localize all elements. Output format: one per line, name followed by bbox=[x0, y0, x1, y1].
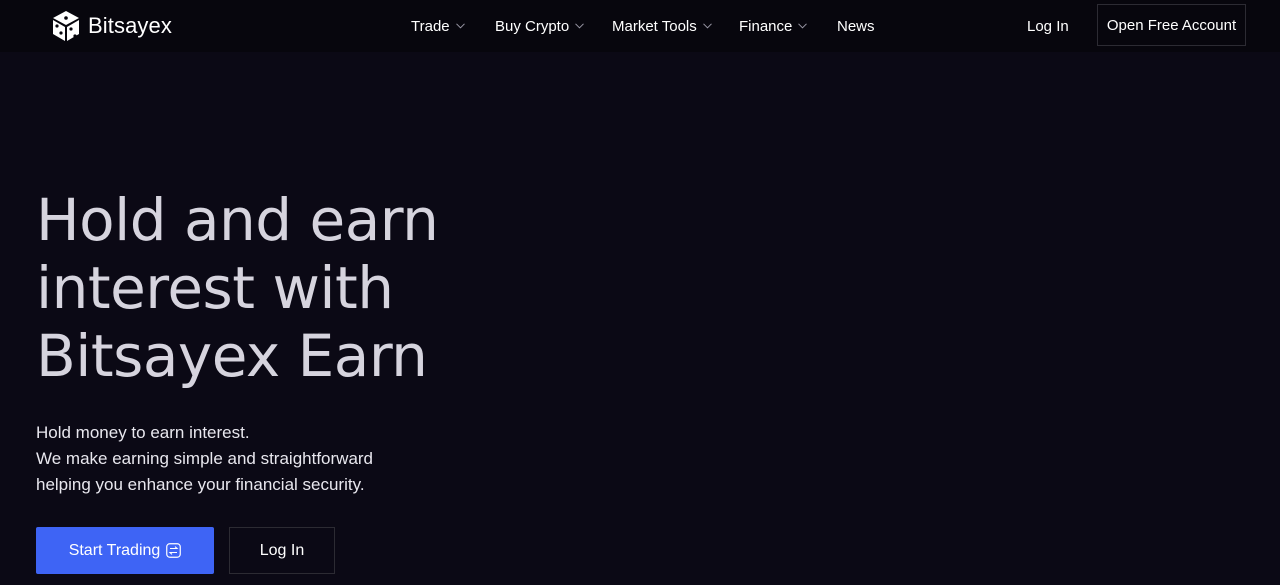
hero-subtitle: Hold money to earn interest. We make ear… bbox=[36, 420, 536, 498]
cube-logo-icon bbox=[53, 11, 79, 41]
chevron-down-icon bbox=[575, 23, 585, 29]
hero-title-line: Hold and earn bbox=[36, 186, 439, 254]
hero-title-line: interest with bbox=[36, 254, 394, 322]
chevron-down-icon bbox=[455, 23, 465, 29]
chevron-down-icon bbox=[798, 23, 808, 29]
nav-item-market-tools[interactable]: Market Tools bbox=[612, 0, 712, 52]
hero-subtitle-line: We make earning simple and straightforwa… bbox=[36, 449, 374, 468]
swap-icon bbox=[166, 543, 182, 558]
start-trading-button[interactable]: Start Trading bbox=[36, 527, 214, 574]
open-account-button[interactable]: Open Free Account bbox=[1097, 4, 1246, 46]
nav-item-finance[interactable]: Finance bbox=[739, 0, 808, 52]
nav-item-label: News bbox=[837, 17, 875, 35]
nav-item-news[interactable]: News bbox=[837, 0, 875, 52]
nav-item-label: Finance bbox=[739, 17, 793, 35]
hero-subtitle-line: Hold money to earn interest. bbox=[36, 423, 250, 442]
nav-item-trade[interactable]: Trade bbox=[411, 0, 465, 52]
nav-item-label: Buy Crypto bbox=[495, 17, 570, 35]
hero-subtitle-line: helping you enhance your financial secur… bbox=[36, 475, 365, 494]
nav-item-label: Trade bbox=[411, 17, 450, 35]
nav-item-label: Market Tools bbox=[612, 17, 697, 35]
start-trading-label: Start Trading bbox=[68, 541, 161, 559]
brand[interactable]: Bitsayex bbox=[50, 9, 172, 43]
hero-title-line: Bitsayex Earn bbox=[36, 322, 428, 390]
top-navbar: Bitsayex Trade Buy Crypto Market Tools F… bbox=[0, 0, 1280, 52]
chevron-down-icon bbox=[702, 23, 712, 29]
hero-login-button[interactable]: Log In bbox=[229, 527, 335, 574]
brand-name: Bitsayex bbox=[88, 13, 172, 38]
nav-item-buy-crypto[interactable]: Buy Crypto bbox=[495, 0, 585, 52]
login-link[interactable]: Log In bbox=[1027, 0, 1069, 52]
hero-title: Hold and earn interest with Bitsayex Ear… bbox=[36, 186, 556, 390]
